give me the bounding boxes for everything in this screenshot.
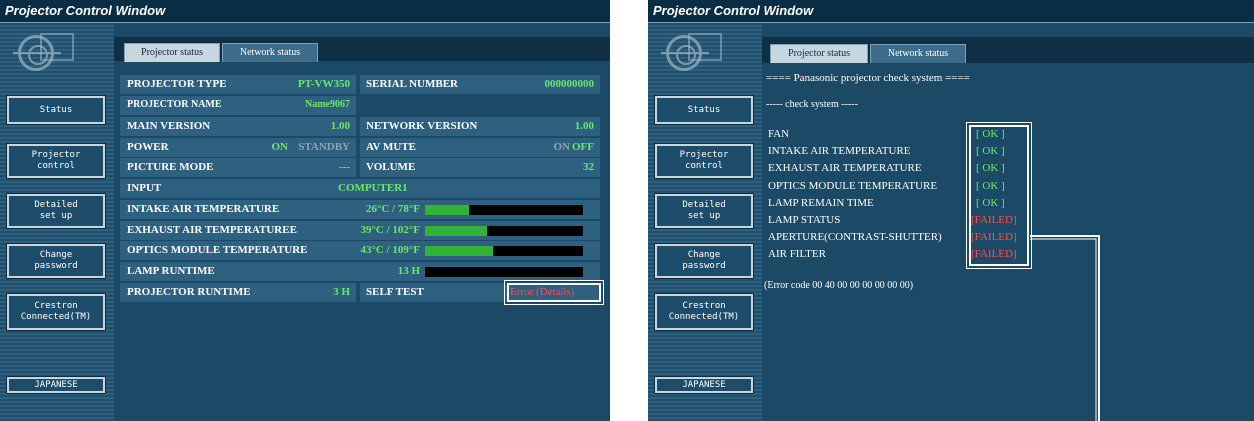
change-password-button[interactable]: Change password xyxy=(654,243,754,279)
self-test-label: SELF TEST xyxy=(366,286,424,298)
projector-runtime-value: 3 H xyxy=(333,286,350,298)
power-label: POWER xyxy=(127,141,169,153)
optics-temp-bar xyxy=(425,246,583,256)
window-title: Projector Control Window xyxy=(648,0,1254,23)
network-version-row: NETWORK VERSION 1.00 xyxy=(360,117,600,136)
intake-temp-bar-fill xyxy=(425,205,470,215)
serial-number-label: SERIAL NUMBER xyxy=(366,78,458,90)
status-button[interactable]: Status xyxy=(654,95,754,125)
network-version-value: 1.00 xyxy=(574,120,594,132)
check-item-label: FAN xyxy=(768,128,790,140)
optics-temp-row: OPTICS MODULE TEMPERATURE 43°C / 109°F xyxy=(120,241,600,260)
tab-network-status[interactable]: Network status xyxy=(870,44,966,63)
exhaust-temp-bar-fill xyxy=(425,226,487,236)
power-row: POWER ON STANDBY xyxy=(120,138,356,157)
tab-projector-status[interactable]: Projector status xyxy=(124,43,220,62)
intake-temp-label: INTAKE AIR TEMPERATURE xyxy=(127,203,280,215)
exhaust-temp-row: EXHAUST AIR TEMPERATUREE 39°C / 102°F xyxy=(120,221,600,240)
callout-leader-line xyxy=(1030,235,1100,421)
projector-runtime-label: PROJECTOR RUNTIME xyxy=(127,286,251,298)
status-button[interactable]: Status xyxy=(6,95,106,125)
detailed-setup-button[interactable]: Detailed set up xyxy=(6,193,106,229)
network-version-label: NETWORK VERSION xyxy=(366,120,478,132)
projector-name-label: PROJECTOR NAME xyxy=(127,99,222,110)
projector-name-row: PROJECTOR NAME Name9067 xyxy=(120,96,356,115)
projector-type-value: PT-VW350 xyxy=(297,78,350,90)
serial-number-value: 000000000 xyxy=(544,78,595,90)
picture-mode-row: PICTURE MODE --- xyxy=(120,158,356,177)
logo-square-icon xyxy=(40,33,74,61)
check-item-label: LAMP STATUS xyxy=(768,214,841,226)
tab-projector-status[interactable]: Projector status xyxy=(770,44,868,63)
check-item-label: EXHAUST AIR TEMPERATURE xyxy=(768,162,922,175)
projector-control-button[interactable]: Projector control xyxy=(6,143,106,179)
av-mute-off: OFF xyxy=(572,141,594,153)
crestron-connected-button[interactable]: Crestron Connected(TM) xyxy=(6,293,106,331)
error-code-text: (Error code 00 40 00 00 00 00 00 00) xyxy=(764,280,914,291)
check-system-window: Projector Control Window Status Projecto… xyxy=(648,0,1254,421)
lamp-runtime-label: LAMP RUNTIME xyxy=(127,265,215,277)
check-system-subheader: ----- check system ----- xyxy=(766,99,858,110)
picture-mode-label: PICTURE MODE xyxy=(127,161,214,173)
status-column-highlight xyxy=(966,122,1032,269)
input-label: INPUT xyxy=(127,182,162,194)
projector-runtime-row: PROJECTOR RUNTIME 3 H xyxy=(120,283,356,302)
exhaust-temp-label: EXHAUST AIR TEMPERATUREE xyxy=(127,224,297,236)
projector-control-button[interactable]: Projector control xyxy=(654,143,754,179)
optics-temp-bar-fill xyxy=(425,246,493,256)
exhaust-temp-bar xyxy=(425,226,583,236)
projector-type-label: PROJECTOR TYPE xyxy=(127,78,227,90)
logo-square-icon xyxy=(688,33,722,61)
change-password-button[interactable]: Change password xyxy=(6,243,106,279)
detailed-setup-button[interactable]: Detailed set up xyxy=(654,193,754,229)
power-standby: STANDBY xyxy=(298,141,350,153)
japanese-button[interactable]: JAPANESE xyxy=(654,376,754,394)
lamp-runtime-row: LAMP RUNTIME 13 H xyxy=(120,262,600,281)
check-item-label: OPTICS MODULE TEMPERATURE xyxy=(768,179,938,192)
projector-status-window: Projector Control Window Status Projecto… xyxy=(0,0,610,421)
input-row: INPUT COMPUTER1 xyxy=(120,179,600,198)
picture-mode-value: --- xyxy=(339,161,350,173)
main-version-row: MAIN VERSION 1.00 xyxy=(120,117,356,136)
check-item-label: LAMP REMAIN TIME xyxy=(768,196,874,209)
main-version-label: MAIN VERSION xyxy=(127,120,211,132)
lamp-runtime-bar xyxy=(425,267,583,277)
av-mute-row: AV MUTE ON OFF xyxy=(360,138,600,157)
optics-temp-label: OPTICS MODULE TEMPERATURE xyxy=(127,244,308,256)
error-details-link[interactable]: Error (Details) xyxy=(510,286,574,298)
window-title: Projector Control Window xyxy=(0,0,610,23)
optics-temp-value: 43°C / 109°F xyxy=(360,244,420,256)
exhaust-temp-value: 39°C / 102°F xyxy=(360,224,420,236)
intake-temp-row: INTAKE AIR TEMPERATURE 26°C / 78°F xyxy=(120,200,600,219)
japanese-button[interactable]: JAPANESE xyxy=(6,376,106,394)
projector-name-value: Name9067 xyxy=(305,99,350,110)
projector-type-row: PROJECTOR TYPE PT-VW350 xyxy=(120,75,356,94)
main-version-value: 1.00 xyxy=(330,120,350,132)
tab-network-status[interactable]: Network status xyxy=(222,43,318,62)
tab-bar: Projector status Network status xyxy=(114,37,610,62)
volume-value: 32 xyxy=(583,161,594,173)
tab-bar: Projector status Network status xyxy=(762,37,1254,63)
crestron-connected-button[interactable]: Crestron Connected(TM) xyxy=(654,293,754,331)
lamp-runtime-value: 13 H xyxy=(397,265,420,277)
check-system-header: ==== Panasonic projector check system ==… xyxy=(766,72,970,84)
volume-label: VOLUME xyxy=(366,161,416,173)
intake-temp-value: 26°C / 78°F xyxy=(365,203,420,215)
av-mute-label: AV MUTE xyxy=(366,141,417,153)
check-item-label: INTAKE AIR TEMPERATURE xyxy=(768,145,911,158)
av-mute-on: ON xyxy=(553,141,571,153)
power-on: ON xyxy=(271,141,289,153)
serial-number-row: SERIAL NUMBER 000000000 xyxy=(360,75,600,94)
check-item-label: APERTURE(CONTRAST-SHUTTER) xyxy=(768,231,942,244)
empty-cell xyxy=(360,96,600,115)
volume-row: VOLUME 32 xyxy=(360,158,600,177)
check-item-label: AIR FILTER xyxy=(768,248,826,261)
intake-temp-bar xyxy=(425,205,583,215)
input-value: COMPUTER1 xyxy=(338,182,408,194)
